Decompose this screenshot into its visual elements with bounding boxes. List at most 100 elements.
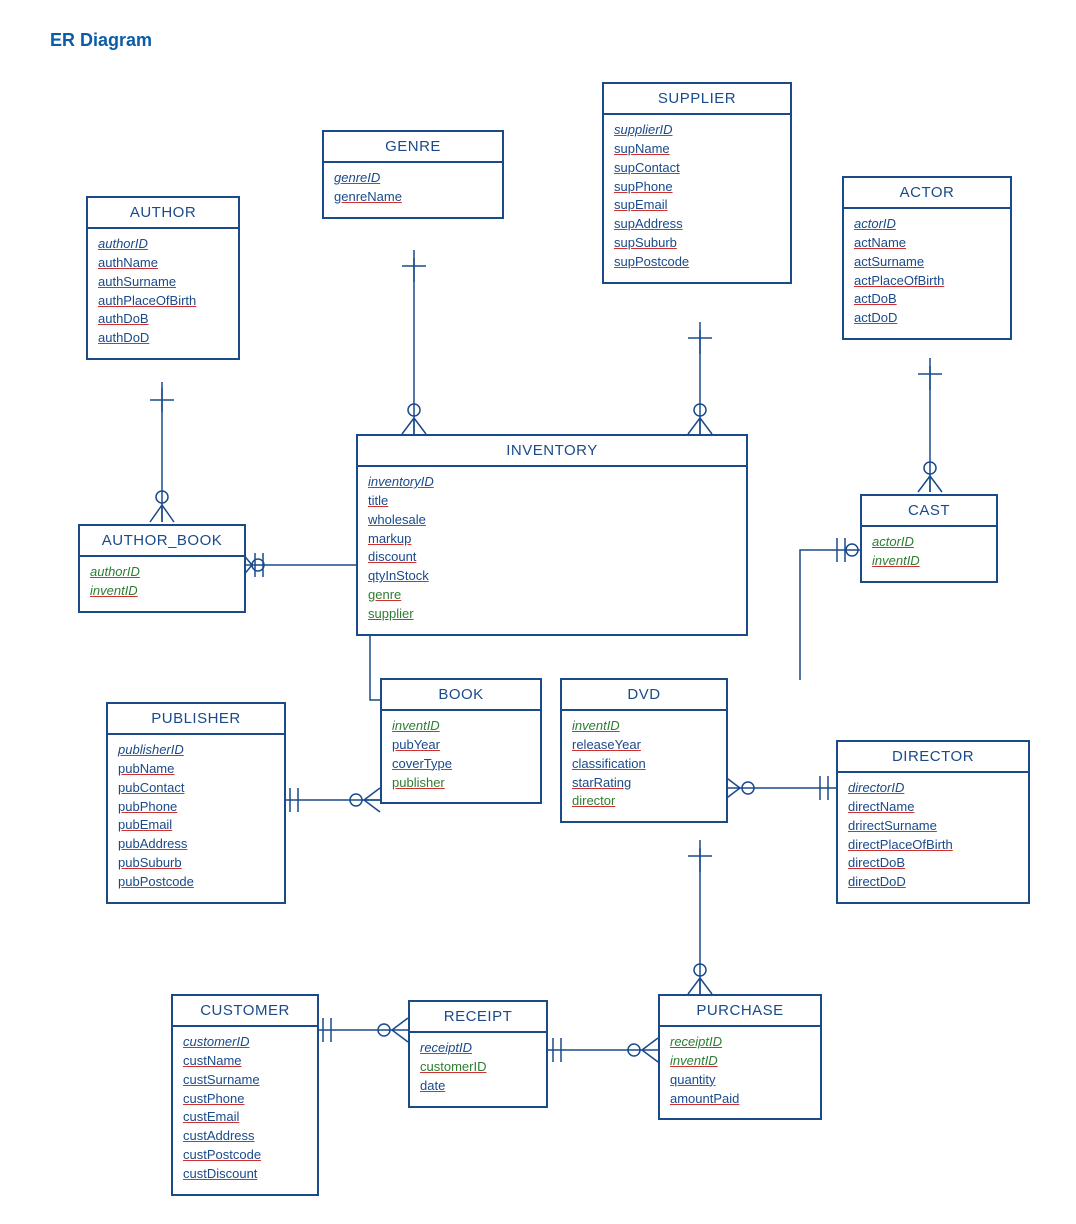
attr-date: date: [420, 1077, 536, 1096]
attr-authName: authName: [98, 254, 228, 273]
entity-author-book-header: AUTHOR_BOOK: [80, 526, 244, 557]
attr-custPostcode: custPostcode: [183, 1146, 307, 1165]
entity-cast-body: actorIDinventID: [862, 527, 996, 581]
entity-genre-header: GENRE: [324, 132, 502, 163]
attr-publisherID: publisherID: [118, 741, 274, 760]
entity-inventory: INVENTORY inventoryIDtitlewholesalemarku…: [356, 434, 748, 636]
attr-customerID: customerID: [183, 1033, 307, 1052]
attr-pubPhone: pubPhone: [118, 798, 274, 817]
entity-author-book-body: authorIDinventID: [80, 557, 244, 611]
attr-custAddress: custAddress: [183, 1127, 307, 1146]
entity-director-header: DIRECTOR: [838, 742, 1028, 773]
entity-receipt-header: RECEIPT: [410, 1002, 546, 1033]
attr-supAddress: supAddress: [614, 215, 780, 234]
attr-actPlaceOfBirth: actPlaceOfBirth: [854, 272, 1000, 291]
entity-purchase-body: receiptIDinventIDquantityamountPaid: [660, 1027, 820, 1118]
attr-drirectSurname: drirectSurname: [848, 817, 1018, 836]
attr-authorID: authorID: [90, 563, 234, 582]
attr-pubYear: pubYear: [392, 736, 530, 755]
entity-inventory-header: INVENTORY: [358, 436, 746, 467]
entity-customer-body: customerIDcustNamecustSurnamecustPhonecu…: [173, 1027, 317, 1194]
attr-actDoD: actDoD: [854, 309, 1000, 328]
attr-supPostcode: supPostcode: [614, 253, 780, 272]
entity-genre: GENRE genreIDgenreName: [322, 130, 504, 219]
attr-directDoB: directDoB: [848, 854, 1018, 873]
attr-coverType: coverType: [392, 755, 530, 774]
attr-supSuburb: supSuburb: [614, 234, 780, 253]
entity-author-header: AUTHOR: [88, 198, 238, 229]
attr-authSurname: authSurname: [98, 273, 228, 292]
attr-inventID: inventID: [872, 552, 986, 571]
attr-supPhone: supPhone: [614, 178, 780, 197]
attr-custEmail: custEmail: [183, 1108, 307, 1127]
attr-title: title: [368, 492, 736, 511]
attr-authPlaceOfBirth: authPlaceOfBirth: [98, 292, 228, 311]
attr-inventID: inventID: [90, 582, 234, 601]
entity-inventory-body: inventoryIDtitlewholesalemarkupdiscountq…: [358, 467, 746, 634]
entity-director-body: directorIDdirectNamedrirectSurnamedirect…: [838, 773, 1028, 902]
attr-actorID: actorID: [854, 215, 1000, 234]
entity-supplier-body: supplierIDsupNamesupContactsupPhonesupEm…: [604, 115, 790, 282]
attr-classification: classification: [572, 755, 716, 774]
attr-publisher: publisher: [392, 774, 530, 793]
attr-pubEmail: pubEmail: [118, 816, 274, 835]
attr-receiptID: receiptID: [670, 1033, 810, 1052]
attr-wholesale: wholesale: [368, 511, 736, 530]
er-diagram-canvas: ER Diagram: [0, 0, 1076, 1224]
attr-authDoB: authDoB: [98, 310, 228, 329]
attr-directPlaceOfBirth: directPlaceOfBirth: [848, 836, 1018, 855]
attr-authorID: authorID: [98, 235, 228, 254]
entity-author-book: AUTHOR_BOOK authorIDinventID: [78, 524, 246, 613]
entity-book: BOOK inventIDpubYearcoverTypepublisher: [380, 678, 542, 804]
attr-markup: markup: [368, 530, 736, 549]
entity-book-header: BOOK: [382, 680, 540, 711]
attr-actorID: actorID: [872, 533, 986, 552]
attr-genreID: genreID: [334, 169, 492, 188]
attr-genre: genre: [368, 586, 736, 605]
entity-actor: ACTOR actorIDactNameactSurnameactPlaceOf…: [842, 176, 1012, 340]
entity-publisher-body: publisherIDpubNamepubContactpubPhonepubE…: [108, 735, 284, 902]
attr-inventID: inventID: [670, 1052, 810, 1071]
attr-directorID: directorID: [848, 779, 1018, 798]
entity-publisher: PUBLISHER publisherIDpubNamepubContactpu…: [106, 702, 286, 904]
entity-director: DIRECTOR directorIDdirectNamedrirectSurn…: [836, 740, 1030, 904]
attr-supplier: supplier: [368, 605, 736, 624]
entity-actor-header: ACTOR: [844, 178, 1010, 209]
entity-customer: CUSTOMER customerIDcustNamecustSurnamecu…: [171, 994, 319, 1196]
attr-director: director: [572, 792, 716, 811]
attr-actDoB: actDoB: [854, 290, 1000, 309]
entity-customer-header: CUSTOMER: [173, 996, 317, 1027]
entity-purchase: PURCHASE receiptIDinventIDquantityamount…: [658, 994, 822, 1120]
attr-supContact: supContact: [614, 159, 780, 178]
attr-pubSuburb: pubSuburb: [118, 854, 274, 873]
attr-custName: custName: [183, 1052, 307, 1071]
entity-receipt: RECEIPT receiptIDcustomerIDdate: [408, 1000, 548, 1108]
entity-supplier-header: SUPPLIER: [604, 84, 790, 115]
page-title: ER Diagram: [50, 30, 152, 51]
entity-actor-body: actorIDactNameactSurnameactPlaceOfBirtha…: [844, 209, 1010, 338]
attr-pubPostcode: pubPostcode: [118, 873, 274, 892]
attr-custDiscount: custDiscount: [183, 1165, 307, 1184]
entity-author-body: authorIDauthNameauthSurnameauthPlaceOfBi…: [88, 229, 238, 358]
attr-inventID: inventID: [392, 717, 530, 736]
attr-inventID: inventID: [572, 717, 716, 736]
entity-purchase-header: PURCHASE: [660, 996, 820, 1027]
entity-publisher-header: PUBLISHER: [108, 704, 284, 735]
attr-directDoD: directDoD: [848, 873, 1018, 892]
attr-amountPaid: amountPaid: [670, 1090, 810, 1109]
entity-cast-header: CAST: [862, 496, 996, 527]
attr-supName: supName: [614, 140, 780, 159]
attr-discount: discount: [368, 548, 736, 567]
attr-quantity: quantity: [670, 1071, 810, 1090]
entity-author: AUTHOR authorIDauthNameauthSurnameauthPl…: [86, 196, 240, 360]
entity-receipt-body: receiptIDcustomerIDdate: [410, 1033, 546, 1106]
entity-dvd-body: inventIDreleaseYearclassificationstarRat…: [562, 711, 726, 821]
attr-supplierID: supplierID: [614, 121, 780, 140]
attr-inventoryID: inventoryID: [368, 473, 736, 492]
attr-supEmail: supEmail: [614, 196, 780, 215]
attr-actSurname: actSurname: [854, 253, 1000, 272]
entity-book-body: inventIDpubYearcoverTypepublisher: [382, 711, 540, 802]
attr-genreName: genreName: [334, 188, 492, 207]
entity-cast: CAST actorIDinventID: [860, 494, 998, 583]
attr-pubName: pubName: [118, 760, 274, 779]
